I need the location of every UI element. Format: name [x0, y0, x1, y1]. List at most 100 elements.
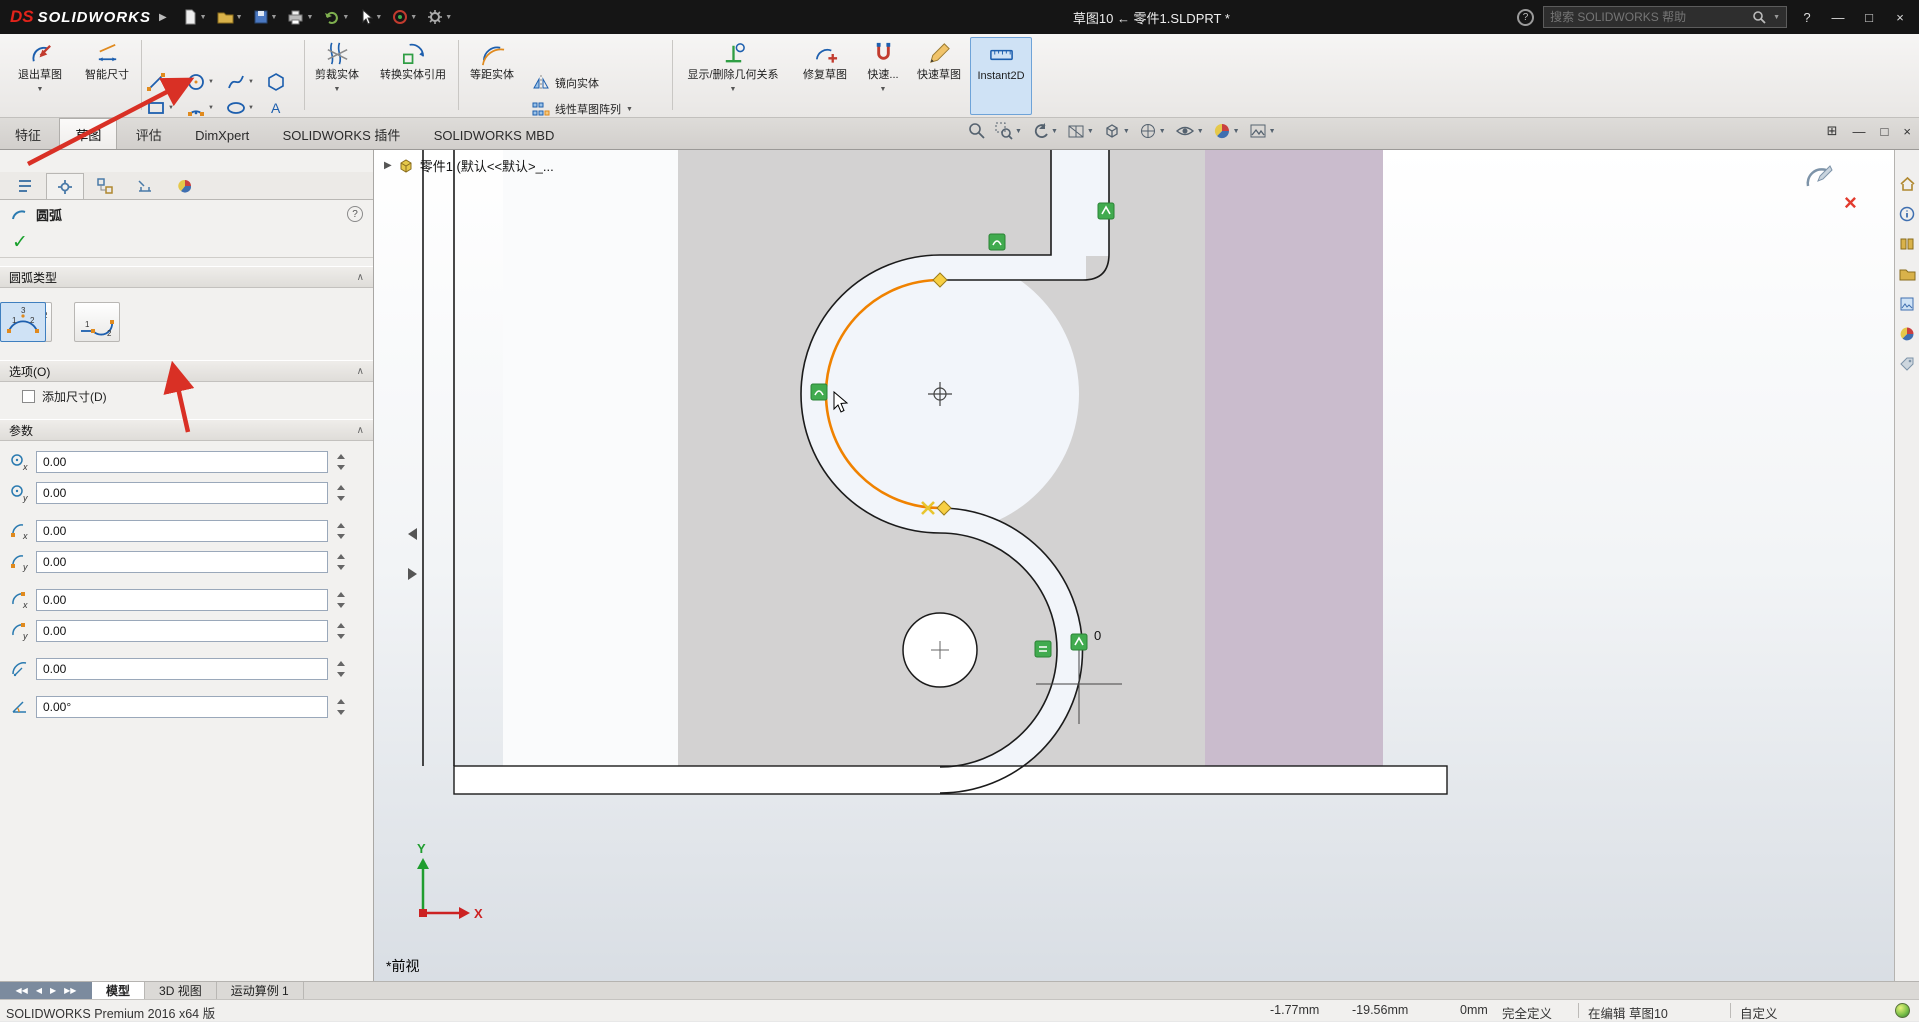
start-y-input[interactable]: 0.00	[36, 551, 328, 573]
menu-expand-icon[interactable]: ▶	[159, 12, 167, 23]
maximize-button[interactable]: □	[1858, 10, 1880, 25]
options-header[interactable]: 选项(O) ∧	[0, 360, 373, 382]
display-style-button[interactable]: ▼	[1139, 122, 1166, 140]
relation-icon[interactable]	[1034, 640, 1052, 658]
zoom-to-area-button[interactable]: ▼	[995, 122, 1022, 140]
customize-button[interactable]: 自定义	[1740, 1003, 1778, 1022]
angle-input[interactable]: 0.00°	[36, 696, 328, 718]
start-y-spinner[interactable]	[334, 551, 347, 573]
tab-scroll-last-button[interactable]: ▶▶	[64, 986, 76, 995]
smart-dimension-button[interactable]: 智能尺寸	[78, 37, 136, 115]
undo-button[interactable]: ▼	[323, 9, 349, 25]
offset-entities-button[interactable]: 等距实体	[462, 37, 522, 115]
custom-properties-icon[interactable]	[1899, 356, 1915, 372]
help-button[interactable]: ?	[1796, 10, 1818, 25]
relation-icon[interactable]	[810, 383, 828, 401]
3d-views-tab[interactable]: 3D 视图	[145, 982, 217, 999]
exit-sketch-flyout-caret-icon[interactable]: ▼	[37, 83, 44, 96]
save-button[interactable]: ▼	[253, 9, 277, 25]
ellipse-button[interactable]: ▼	[226, 96, 264, 120]
end-x-input[interactable]: 0.00	[36, 589, 328, 611]
center-x-spinner[interactable]	[334, 451, 347, 473]
model-tab[interactable]: 模型	[92, 982, 146, 999]
tab-scroll-first-button[interactable]: ◀◀	[16, 986, 28, 995]
tab-mbd[interactable]: SOLIDWORKS MBD	[419, 120, 570, 151]
center-x-input[interactable]: 0.00	[36, 451, 328, 473]
property-manager-tab[interactable]	[46, 173, 84, 199]
face-white-band[interactable]	[503, 150, 678, 766]
tab-scroll-next-button[interactable]: ▶	[50, 986, 56, 995]
rapid-sketch-button[interactable]: 快速草图	[914, 37, 964, 115]
doc-minimize-button[interactable]: —	[1853, 124, 1866, 139]
view-orientation-button[interactable]: ▼	[1103, 122, 1130, 140]
tab-features[interactable]: 特征	[0, 119, 56, 150]
select-button[interactable]: ▼	[359, 9, 382, 25]
pm-help-icon[interactable]: ?	[347, 206, 363, 222]
display-delete-relations-button[interactable]: 显示/删除几何关系 ▼	[676, 37, 790, 115]
quick-snaps-button[interactable]: 快速... ▼	[858, 37, 908, 115]
solidworks-resources-icon[interactable]	[1899, 206, 1915, 222]
tab-scroll-prev-button[interactable]: ◀	[36, 986, 42, 995]
collapse-chevron-icon[interactable]: ∧	[357, 366, 364, 377]
search-scope-caret-icon[interactable]: ▼	[1773, 14, 1780, 21]
arc-type-header[interactable]: 圆弧类型 ∧	[0, 266, 373, 288]
split-view-icon[interactable]: ⊞	[1827, 123, 1838, 139]
mirror-entities-button[interactable]: 镜向实体	[532, 70, 672, 96]
radius-spinner[interactable]	[334, 658, 347, 680]
center-y-spinner[interactable]	[334, 482, 347, 504]
display-manager-tab[interactable]	[166, 173, 204, 199]
end-y-input[interactable]: 0.00	[36, 620, 328, 642]
face-purple-band[interactable]	[1205, 150, 1383, 766]
new-document-button[interactable]: ▼	[182, 9, 207, 25]
search-icon[interactable]	[1752, 10, 1767, 25]
exit-sketch-button[interactable]: 退出草图 ▼	[8, 37, 72, 115]
section-view-button[interactable]: ▼	[1067, 122, 1094, 140]
convert-entities-button[interactable]: 转换实体引用	[370, 37, 456, 115]
design-library-icon[interactable]	[1899, 236, 1915, 252]
minimize-button[interactable]: —	[1827, 10, 1849, 25]
options-button[interactable]: ▼	[427, 9, 452, 25]
view-palette-icon[interactable]	[1899, 296, 1915, 312]
rectangle-button[interactable]: ▼	[146, 96, 184, 120]
start-x-input[interactable]: 0.00	[36, 520, 328, 542]
relation-icon[interactable]	[1097, 202, 1115, 220]
part-name[interactable]: 零件1 (默认<<默认>_...	[420, 156, 554, 175]
angle-spinner[interactable]	[334, 696, 347, 718]
radius-input[interactable]: 0.00	[36, 658, 328, 680]
doc-restore-button[interactable]: □	[1881, 124, 1889, 139]
relation-icon[interactable]	[1070, 633, 1088, 651]
circle-button[interactable]: ▼	[186, 70, 224, 94]
tree-expand-icon[interactable]: ▶	[384, 160, 392, 171]
end-y-spinner[interactable]	[334, 620, 347, 642]
ok-check-button[interactable]: ✓	[12, 231, 28, 254]
print-button[interactable]: ▼	[287, 9, 313, 25]
rebuild-button[interactable]: ▼	[392, 9, 417, 25]
open-button[interactable]: ▼	[217, 9, 243, 25]
edit-appearance-button[interactable]: ▼	[1213, 122, 1240, 140]
cancel-sketch-button[interactable]: ×	[1844, 190, 1857, 216]
configuration-manager-tab[interactable]	[86, 173, 124, 199]
repair-sketch-button[interactable]: 修复草图	[798, 37, 852, 115]
instant2d-button[interactable]: Instant2D	[970, 37, 1032, 115]
collapse-chevron-icon[interactable]: ∧	[357, 425, 364, 436]
polygon-button[interactable]	[266, 70, 304, 94]
search-input[interactable]	[1550, 10, 1747, 24]
appearances-icon[interactable]	[1899, 326, 1915, 342]
previous-view-button[interactable]: ▼	[1031, 122, 1058, 140]
add-dimension-checkbox[interactable]	[22, 390, 35, 403]
tab-addins[interactable]: SOLIDWORKS 插件	[268, 119, 416, 150]
close-button[interactable]: ×	[1889, 10, 1911, 25]
arc-type-tangent-button[interactable]: 12	[74, 302, 120, 342]
home-icon[interactable]	[1899, 176, 1916, 192]
apply-scene-button[interactable]: ▼	[1249, 122, 1276, 140]
relation-icon[interactable]	[988, 233, 1006, 251]
collapse-chevron-icon[interactable]: ∧	[357, 272, 364, 283]
parameters-header[interactable]: 参数 ∧	[0, 419, 373, 441]
line-button[interactable]: ▼	[146, 70, 184, 94]
doc-close-button[interactable]: ×	[1903, 124, 1911, 139]
tab-dimxpert[interactable]: DimXpert	[180, 120, 264, 151]
sketch-base-strip[interactable]	[453, 765, 1448, 795]
help-circle-icon[interactable]: ?	[1517, 8, 1535, 26]
arc-button[interactable]: ▼	[186, 96, 224, 120]
hide-show-items-button[interactable]: ▼	[1175, 122, 1204, 140]
